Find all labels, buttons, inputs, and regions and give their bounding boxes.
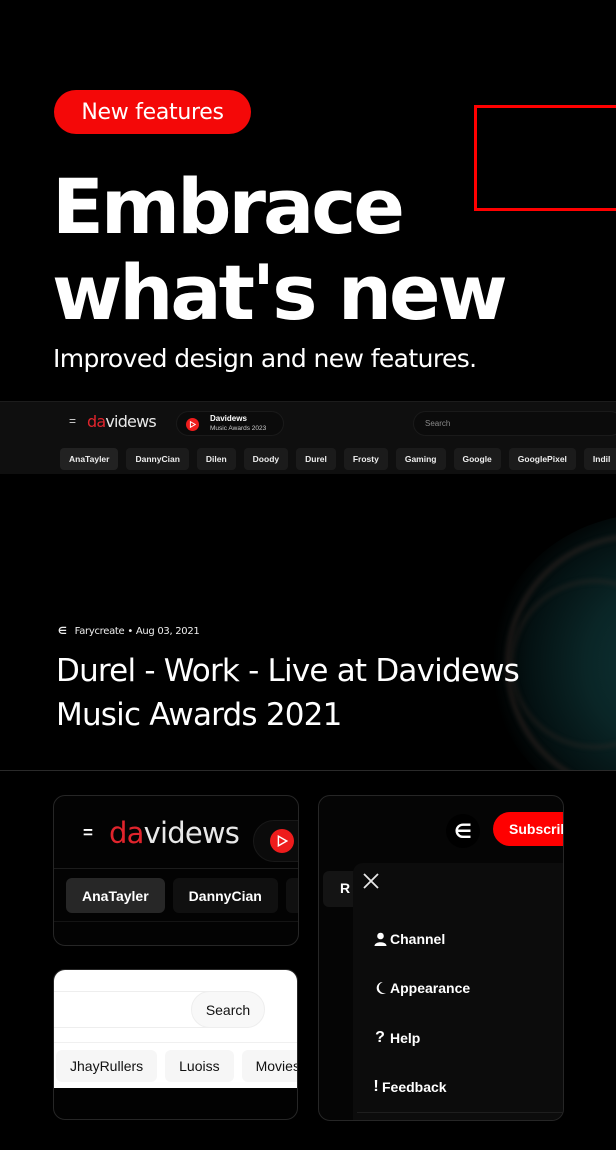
chip-gaming[interactable]: Gaming (395, 448, 446, 470)
video-title[interactable]: Durel - Work - Live at Davidews Music Aw… (56, 649, 596, 737)
subscribe-button[interactable]: Subscribe (493, 812, 563, 846)
side-menu: Channel Appearance ? Help ! Feedback (353, 863, 563, 1120)
category-chips: AnaTayler DannyCian Dilen Doody Durel Fr… (60, 448, 616, 470)
play-icon (270, 829, 294, 853)
chip-indil[interactable]: Indil (583, 448, 616, 470)
chip-frosty[interactable]: Frosty (343, 448, 388, 470)
help-icon: ? (375, 1029, 385, 1046)
search-button[interactable]: Search (191, 991, 265, 1028)
channel-avatar-icon[interactable]: ∈ (446, 814, 480, 848)
video-channel[interactable]: Farycreate (75, 626, 125, 637)
chip-anatayler[interactable]: AnaTayler (66, 878, 165, 913)
user-icon (373, 932, 387, 946)
video-meta: ∈ Farycreate • Aug 03, 2021 (58, 626, 200, 637)
close-icon[interactable] (362, 872, 384, 894)
chip-jhayrullers[interactable]: JhayRullers (56, 1050, 158, 1082)
chip-partial[interactable] (285, 878, 298, 913)
site-logo[interactable]: davidews (87, 412, 157, 431)
channel-pill[interactable]: Davidews Music Awards 2023 (176, 411, 284, 436)
hero-title: Embrace what's new (52, 162, 508, 337)
divider (54, 1042, 297, 1043)
moon-icon (373, 981, 387, 995)
new-features-badge: New features (54, 90, 251, 134)
chip-anatayler[interactable]: AnaTayler (60, 448, 119, 470)
channel-name: Davidews (210, 414, 247, 423)
chip-dilen[interactable]: Dilen (196, 448, 236, 470)
chip-google[interactable]: Google (453, 448, 501, 470)
section-divider (0, 770, 616, 771)
menu-icon[interactable]: = (83, 823, 93, 843)
menu-item-channel[interactable]: Channel (373, 931, 445, 947)
chip-movies[interactable]: Movies (241, 1050, 297, 1082)
hero-title-line2: what's new (52, 248, 508, 337)
chip-dannycian[interactable]: DannyCian (126, 448, 189, 470)
menu-item-appearance[interactable]: Appearance (373, 980, 470, 996)
site-logo[interactable]: davidews (109, 816, 240, 850)
divider (54, 921, 298, 922)
dark-header-card: = davidews AnaTayler DannyCian (53, 795, 299, 946)
chip-googlepixel[interactable]: GooglePixel (508, 448, 576, 470)
menu-item-help[interactable]: ? Help (373, 1029, 420, 1047)
video-hero[interactable]: ∈ Farycreate • Aug 03, 2021 Durel - Work… (0, 474, 616, 770)
menu-icon[interactable]: = (69, 414, 76, 428)
search-input[interactable]: Search (413, 411, 616, 436)
category-chips: AnaTayler DannyCian (66, 878, 298, 913)
chip-luoiss[interactable]: Luoiss (165, 1050, 234, 1082)
light-search-card: Search JhayRullers Luoiss Movies (53, 969, 298, 1120)
feedback-icon: ! (373, 1078, 379, 1095)
menu-item-feedback[interactable]: ! Feedback (373, 1078, 446, 1096)
divider (54, 868, 298, 869)
navbar-preview: = davidews Davidews Music Awards 2023 Se… (0, 401, 616, 474)
divider (357, 1112, 563, 1113)
category-chips: JhayRullers Luoiss Movies (56, 1050, 297, 1082)
chip-dannycian[interactable]: DannyCian (172, 878, 278, 913)
channel-avatar-icon: ∈ (58, 626, 67, 637)
chip-doody[interactable]: Doody (243, 448, 289, 470)
hero-title-line1: Embrace (52, 162, 405, 251)
play-icon (186, 418, 199, 431)
video-date: Aug 03, 2021 (135, 626, 200, 637)
channel-pill[interactable] (253, 820, 298, 862)
channel-subtitle: Music Awards 2023 (210, 425, 267, 432)
hero-subtitle: Improved design and new features. (53, 344, 477, 373)
menu-drawer-card: ∈ Subscribe R Channel Appearance ? Help … (318, 795, 564, 1121)
chip-durel[interactable]: Durel (296, 448, 336, 470)
